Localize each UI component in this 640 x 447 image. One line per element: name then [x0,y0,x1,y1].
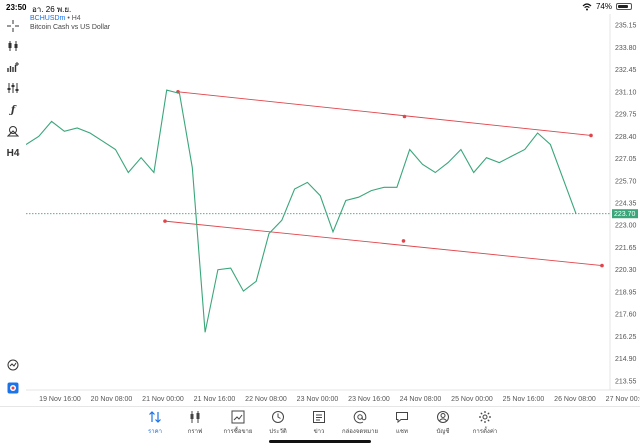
price-axis-label: 233.80 [615,45,637,52]
price-axis-label: 218.95 [615,289,637,296]
price-axis-label: 214.90 [615,356,637,363]
price-axis-label: 235.15 [615,23,637,30]
nav-label: ข่าว [313,429,325,435]
crosshair-icon[interactable] [5,18,21,34]
channel-anchor[interactable] [600,263,604,268]
nav-label: กล่องจดหมาย [341,429,379,435]
timeframe-button[interactable]: H4 [5,145,21,161]
time-axis-label: 21 Nov 00:00 [142,396,184,403]
price-axis-label: 220.30 [615,267,637,274]
indicator-settings-icon[interactable] [5,80,21,96]
time-axis-label: 26 Nov 08:00 [554,396,596,403]
nav-chat[interactable]: แชท [382,410,422,436]
price-chart[interactable]: 235.15 233.80 232.45 231.10 229.75 228.40 227.… [26,14,640,406]
price-axis-label: 223.00 [615,223,637,230]
candlestick-icon [175,410,215,424]
function-icon[interactable]: ƒ [5,102,21,118]
price-axis-label: 221.65 [615,245,637,252]
current-price-label: 223.70 [614,211,636,218]
wifi-icon [582,2,592,10]
channel-anchor[interactable] [589,133,593,138]
home-indicator [269,440,371,443]
time-axis-label: 25 Nov 00:00 [451,396,493,403]
time-axis-label: 23 Nov 16:00 [348,396,390,403]
channel-anchor[interactable] [401,239,406,243]
price-axis-label: 231.10 [615,89,637,96]
price-axis-label: 217.60 [615,312,637,319]
battery-icon [616,3,632,10]
arrows-updown-icon [135,410,175,424]
objects-icon[interactable] [5,123,21,139]
nav-label: การตั้งค่า [472,429,498,435]
news-icon [299,410,339,424]
channel-line[interactable] [164,220,603,267]
time-axis-label: 20 Nov 08:00 [91,396,133,403]
nav-label: ราคา [148,429,162,435]
time-axis-label: 23 Nov 00:00 [297,396,339,403]
chat-icon [382,410,422,424]
time-axis-label: 27 Nov 00:00 [606,396,640,403]
price-axis-label: 216.25 [615,334,637,341]
nav-label: แชท [396,429,408,435]
time-axis-label: 25 Nov 16:00 [503,396,545,403]
time-axis-label: 22 Nov 08:00 [245,396,287,403]
gear-icon [465,410,505,424]
indicator-add-icon[interactable] [5,59,21,75]
logo-icon [5,380,21,396]
price-axis-label: 227.05 [615,156,637,163]
status-right: 74% [582,2,632,11]
price-axis-label: 225.70 [615,178,637,185]
candlestick-icon[interactable] [5,38,21,54]
channel-line[interactable] [177,91,592,136]
nav-label: กราฟ [187,429,203,435]
price-line [26,89,577,333]
nav-trade[interactable]: การซื้อขาย [218,410,258,436]
nav-settings[interactable]: การตั้งค่า [465,410,505,436]
nav-history[interactable]: ประวัติ [258,410,298,436]
nav-label: การซื้อขาย [223,429,253,435]
price-axis-label: 228.40 [615,134,637,141]
quick-trade-icon[interactable] [5,357,21,373]
battery-percent: 74% [595,2,612,11]
time-axis-label: 21 Nov 16:00 [194,396,236,403]
price-axis-label: 229.75 [615,112,637,119]
price-axis-label: 232.45 [615,67,637,74]
left-toolbar: ƒ H4 [0,14,26,406]
chart-line-icon [218,410,258,424]
price-axis-label: 213.55 [615,378,637,385]
time-axis-label: 19 Nov 16:00 [39,396,81,403]
nav-news[interactable]: ข่าว [299,410,339,436]
time-axis-label: 24 Nov 08:00 [400,396,442,403]
price-axis-label: 224.35 [615,201,637,208]
nav-mailbox[interactable]: กล่องจดหมาย [340,410,380,436]
status-time: 23:50 [6,3,27,12]
nav-chart[interactable]: กราฟ [175,410,215,436]
status-bar: 23:50 อา. 26 พ.ย. 74% [0,0,640,14]
account-icon [423,410,463,424]
nav-label: ประวัติ [269,429,287,435]
channel-anchor[interactable] [402,114,407,119]
history-icon [258,410,298,424]
nav-label: บัญชี [436,429,450,435]
channel-anchor[interactable] [163,219,167,223]
at-icon [340,410,380,424]
nav-accounts[interactable]: บัญชี [423,410,463,436]
nav-quotes[interactable]: ราคา [135,410,175,436]
